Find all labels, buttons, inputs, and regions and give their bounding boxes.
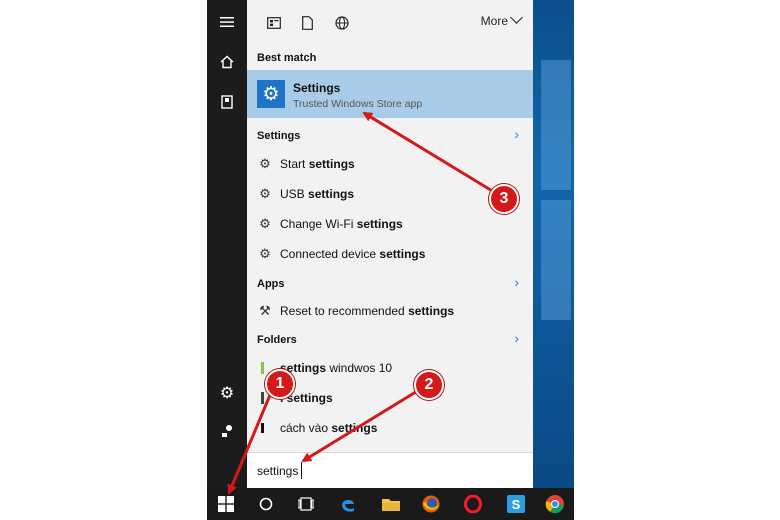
cortana-icon[interactable]	[247, 488, 285, 520]
best-match-settings-app[interactable]: ⚙ Settings Trusted Windows Store app	[247, 70, 533, 118]
settings-result-wifi[interactable]: ⚙ Change Wi-Fi settings	[247, 210, 533, 240]
opera-icon[interactable]	[454, 488, 492, 520]
result-label: Start settings	[280, 157, 355, 171]
search-results-panel: More Best match ⚙ Settings Trusted Windo…	[247, 0, 533, 488]
firefox-icon[interactable]	[412, 488, 450, 520]
tools-icon: ⚒	[259, 303, 271, 318]
documents-filter-icon[interactable]	[296, 12, 318, 34]
result-label: cách vào settings	[280, 421, 378, 435]
task-view-icon[interactable]	[287, 488, 325, 520]
settings-result-start[interactable]: ⚙ Start settings	[247, 150, 533, 180]
step-badge-1: 1	[265, 369, 295, 399]
result-label: USB settings	[280, 187, 355, 201]
step-badge-3: 3	[489, 184, 519, 214]
best-match-title: Settings	[293, 81, 341, 95]
chevron-down-icon	[510, 11, 523, 24]
settings-section-expand-icon[interactable]: ›	[514, 126, 519, 142]
text-caret	[301, 462, 302, 479]
result-label: Reset to recommended settings	[280, 304, 455, 318]
gear-icon: ⚙	[259, 246, 271, 261]
apps-result-reset[interactable]: ⚒ Reset to recommended settings	[247, 297, 533, 327]
settings-app-icon: ⚙	[257, 80, 285, 108]
folder-icon	[257, 420, 273, 436]
notebook-icon[interactable]	[207, 84, 247, 120]
result-label: Change Wi-Fi settings	[280, 217, 403, 231]
search-query-text: settings	[257, 464, 299, 478]
gear-icon: ⚙	[259, 186, 271, 201]
settings-result-connected-device[interactable]: ⚙ Connected device settings	[247, 240, 533, 270]
hamburger-menu-icon[interactable]	[207, 4, 247, 40]
result-label: settings windwos 10	[280, 361, 393, 375]
skype-icon[interactable]: S	[497, 488, 535, 520]
home-icon[interactable]	[207, 44, 247, 80]
step-badge-2: 2	[414, 370, 444, 400]
gear-icon: ⚙	[259, 216, 271, 231]
best-match-subtitle: Trusted Windows Store app	[293, 98, 423, 110]
folders-section-heading: Folders	[257, 334, 297, 346]
apps-filter-icon[interactable]	[263, 12, 285, 34]
apps-section-heading: Apps	[257, 278, 285, 290]
more-filters-button[interactable]: More	[480, 11, 523, 28]
file-explorer-icon[interactable]	[372, 488, 410, 520]
apps-section-expand-icon[interactable]: ›	[514, 274, 519, 290]
svg-text:S: S	[512, 497, 521, 512]
gear-icon: ⚙	[259, 156, 271, 171]
search-filter-bar: More	[247, 0, 533, 46]
edge-browser-icon[interactable]	[329, 488, 367, 520]
best-match-heading: Best match	[257, 52, 317, 64]
folder-result-3[interactable]: cách vào settings	[247, 414, 533, 444]
taskbar: S	[207, 488, 574, 520]
chrome-icon[interactable]	[536, 488, 574, 520]
search-box[interactable]: settings	[247, 452, 533, 488]
settings-gear-icon[interactable]: ⚙	[207, 375, 247, 411]
start-left-rail: ⚙	[207, 0, 247, 488]
desktop-background	[533, 0, 574, 488]
screenshot: ⚙ More Best match ⚙ Settings Trusted Win…	[0, 0, 780, 520]
feedback-icon[interactable]	[207, 413, 247, 449]
windows-start-button[interactable]	[207, 488, 245, 520]
result-label: Connected device settings	[280, 247, 426, 261]
web-filter-icon[interactable]	[331, 12, 353, 34]
more-label: More	[480, 14, 508, 28]
settings-section-heading: Settings	[257, 130, 301, 142]
folders-section-expand-icon[interactable]: ›	[514, 330, 519, 346]
